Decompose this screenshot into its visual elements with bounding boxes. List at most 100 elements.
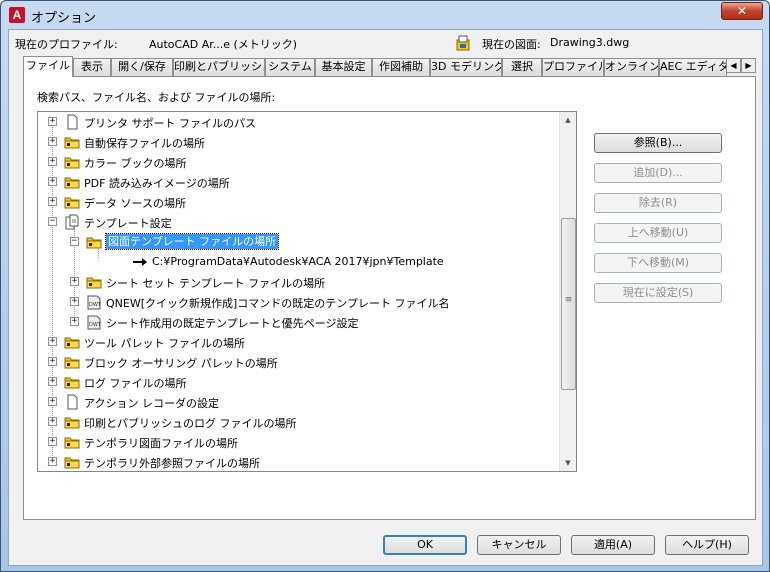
scroll-thumb[interactable]: ≡ xyxy=(561,218,576,390)
tree-item-label: テンプレート設定 xyxy=(84,217,172,230)
tree-item-color-book-location[interactable]: + カラー ブックの場所 xyxy=(38,152,558,172)
expand-icon[interactable]: + xyxy=(48,137,57,146)
tab-user-preferences[interactable]: 基本設定 xyxy=(315,58,372,76)
tree-item-label: QNEW[クイック新規作成]コマンドの既定のテンプレート ファイル名 xyxy=(106,297,450,310)
folder-icon xyxy=(64,454,80,470)
apply-button[interactable]: 適用(A) xyxy=(571,535,655,555)
svg-text:DWT: DWT xyxy=(89,302,102,308)
tree-item-pdf-image-location[interactable]: + PDF 読み込みイメージの場所 xyxy=(38,172,558,192)
tab-scroll-right-icon[interactable]: ▶ xyxy=(741,58,756,73)
collapse-icon[interactable]: − xyxy=(70,237,79,246)
expand-icon[interactable]: + xyxy=(70,297,79,306)
tab-system[interactable]: システム xyxy=(265,58,315,76)
tab-online[interactable]: オンライン xyxy=(604,58,659,76)
expand-icon[interactable]: + xyxy=(48,337,57,346)
expand-icon[interactable]: + xyxy=(48,117,57,126)
document-icon xyxy=(64,114,80,130)
tree-item-sheet-set-template-location[interactable]: + シート セット テンプレート ファイルの場所 xyxy=(38,272,558,292)
expand-icon[interactable]: + xyxy=(48,457,57,466)
tree-item-label: シート セット テンプレート ファイルの場所 xyxy=(106,277,326,290)
folder-icon xyxy=(64,154,80,170)
expand-icon[interactable]: + xyxy=(48,177,57,186)
tab-selection[interactable]: 選択 xyxy=(502,58,542,76)
tab-open-save[interactable]: 開く/保存 xyxy=(111,58,173,76)
scroll-down-icon[interactable]: ▼ xyxy=(560,455,576,471)
tree-item-temp-drawing-location[interactable]: + テンポラリ図面ファイルの場所 xyxy=(38,432,558,452)
help-button[interactable]: ヘルプ(H) xyxy=(665,535,749,555)
tab-files[interactable]: ファイル xyxy=(23,56,73,77)
tree-item-block-authoring-palette-location[interactable]: + ブロック オーサリング パレットの場所 xyxy=(38,352,558,372)
tree-item-label: C:¥ProgramData¥Autodesk¥ACA 2017¥jpn¥Tem… xyxy=(152,255,444,268)
tree-item-template-path-value[interactable]: C:¥ProgramData¥Autodesk¥ACA 2017¥jpn¥Tem… xyxy=(38,252,558,272)
tree-item-plot-publish-log-location[interactable]: + 印刷とパブリッシュのログ ファイルの場所 xyxy=(38,412,558,432)
folder-icon xyxy=(86,274,102,290)
collapse-icon[interactable]: − xyxy=(48,217,57,226)
tree-item-label: ツール パレット ファイルの場所 xyxy=(84,337,245,350)
tree-item-sheet-creation-template[interactable]: + DWT シート作成用の既定テンプレートと優先ページ設定 xyxy=(38,312,558,332)
tree-item-qnew-default-template[interactable]: + DWT QNEW[クイック新規作成]コマンドの既定のテンプレート ファイル名 xyxy=(38,292,558,312)
tree-item-label: カラー ブックの場所 xyxy=(84,157,187,170)
expand-icon[interactable]: + xyxy=(48,397,57,406)
drawing-file-icon xyxy=(456,35,470,51)
expand-icon[interactable]: + xyxy=(48,157,57,166)
svg-text:DWT: DWT xyxy=(89,322,102,328)
tree-item-label: テンポラリ図面ファイルの場所 xyxy=(84,437,238,450)
window-title: オプション xyxy=(31,11,97,26)
current-profile-value: AutoCAD Ar...e (メトリック) xyxy=(149,38,298,51)
tree-item-label: 図面テンプレート ファイルの場所 xyxy=(104,233,280,250)
remove-button[interactable]: 除去(R) xyxy=(594,193,722,213)
move-up-button[interactable]: 上へ移動(U) xyxy=(594,223,722,243)
ok-button[interactable]: OK xyxy=(383,535,467,555)
tab-plot-publish[interactable]: 印刷とパブリッシュ xyxy=(173,58,265,76)
tab-profiles[interactable]: プロファイル xyxy=(542,58,604,76)
browse-button[interactable]: 参照(B)... xyxy=(594,133,722,153)
move-down-button[interactable]: 下へ移動(M) xyxy=(594,253,722,273)
folder-icon xyxy=(86,234,102,250)
set-current-button[interactable]: 現在に設定(S) xyxy=(594,283,722,303)
expand-icon[interactable]: + xyxy=(70,317,79,326)
tab-scroll-left-icon[interactable]: ◀ xyxy=(726,58,741,73)
document-icon xyxy=(64,394,80,410)
tab-aec-editor[interactable]: AEC エディタ xyxy=(659,58,727,76)
tree-item-temp-xref-location[interactable]: + テンポラリ外部参照ファイルの場所 xyxy=(38,452,558,471)
tree-item-label: ログ ファイルの場所 xyxy=(84,377,187,390)
tree-scrollbar[interactable]: ▲ ≡ ▼ xyxy=(559,112,576,471)
cancel-button[interactable]: キャンセル xyxy=(477,535,561,555)
tree-item-printer-support-path[interactable]: + プリンタ サポート ファイルのパス xyxy=(38,112,558,132)
tree-item-autosave-location[interactable]: + 自動保存ファイルの場所 xyxy=(38,132,558,152)
close-button[interactable]: ✕ xyxy=(721,2,763,20)
tree-item-label: ブロック オーサリング パレットの場所 xyxy=(84,357,278,370)
tree-item-tool-palette-location[interactable]: + ツール パレット ファイルの場所 xyxy=(38,332,558,352)
tree-item-template-settings[interactable]: − テンプレート設定 xyxy=(38,212,558,232)
options-dialog: A オプション ✕ 現在のプロファイル: AutoCAD Ar...e (メトリ… xyxy=(0,0,770,572)
expand-icon[interactable]: + xyxy=(70,277,79,286)
tree-item-label: アクション レコーダの設定 xyxy=(84,397,219,410)
expand-icon[interactable]: + xyxy=(48,197,57,206)
tab-strip: ファイル 表示 開く/保存 印刷とパブリッシュ システム 基本設定 作図補助 3… xyxy=(23,56,745,77)
tab-display[interactable]: 表示 xyxy=(73,58,111,76)
dwt-template-icon: DWT xyxy=(86,314,102,330)
tree-item-action-recorder-settings[interactable]: + アクション レコーダの設定 xyxy=(38,392,558,412)
current-drawing-label: 現在の図面: xyxy=(482,38,541,51)
template-documents-icon xyxy=(64,214,80,230)
tree-item-data-source-location[interactable]: + データ ソースの場所 xyxy=(38,192,558,212)
tree-label: 検索パス、ファイル名、および ファイルの場所: xyxy=(37,91,276,104)
folder-icon xyxy=(64,134,80,150)
tab-drafting[interactable]: 作図補助 xyxy=(372,58,430,76)
current-drawing-value: Drawing3.dwg xyxy=(550,36,630,49)
dialog-client: 現在のプロファイル: AutoCAD Ar...e (メトリック) 現在の図面:… xyxy=(8,29,763,566)
expand-icon[interactable]: + xyxy=(48,417,57,426)
tree-item-log-file-location[interactable]: + ログ ファイルの場所 xyxy=(38,372,558,392)
tab-3d-modeling[interactable]: 3D モデリング xyxy=(430,58,502,76)
folder-icon xyxy=(64,374,80,390)
expand-icon[interactable]: + xyxy=(48,377,57,386)
dwt-template-icon: DWT xyxy=(86,294,102,310)
expand-icon[interactable]: + xyxy=(48,437,57,446)
scroll-up-icon[interactable]: ▲ xyxy=(560,112,576,128)
folder-icon xyxy=(64,414,80,430)
tree-item-drawing-template-location[interactable]: − 図面テンプレート ファイルの場所 xyxy=(38,232,558,252)
add-button[interactable]: 追加(D)... xyxy=(594,163,722,183)
tree-item-label: 印刷とパブリッシュのログ ファイルの場所 xyxy=(84,417,297,430)
search-paths-tree[interactable]: + プリンタ サポート ファイルのパス + 自動保存ファイルの場所 + カラー ブックの場… xyxy=(37,111,577,472)
expand-icon[interactable]: + xyxy=(48,357,57,366)
